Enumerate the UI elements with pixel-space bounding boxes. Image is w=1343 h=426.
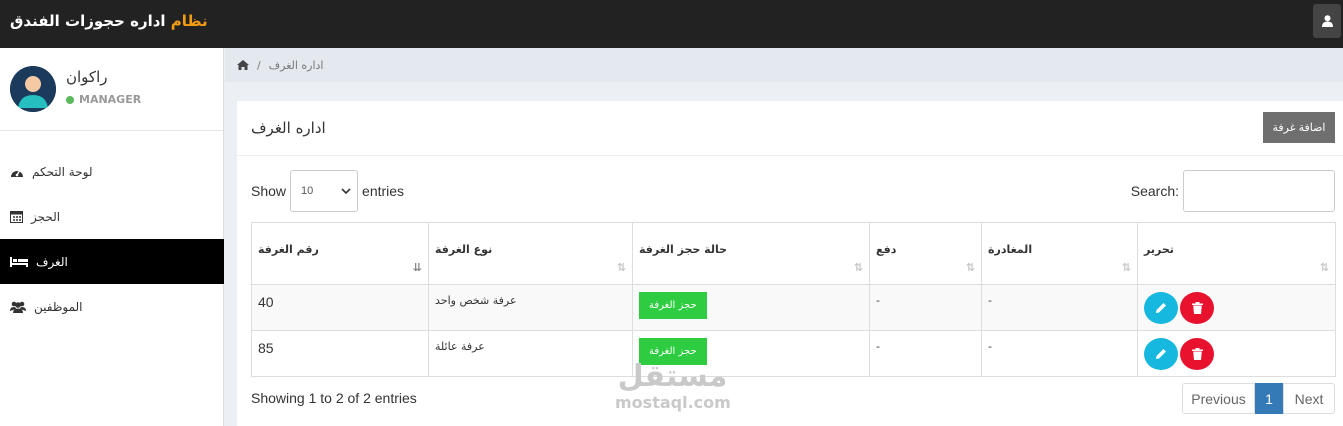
sort-icon: ⇅ [616,261,626,274]
show-label: Show [251,183,287,199]
column-header-label: نوع الغرفة [435,243,493,256]
sidebar-item-dashboard[interactable]: لوحة التحكم [0,149,224,194]
search-label: Search: [1130,183,1179,199]
edit-button[interactable] [1144,292,1178,324]
book-room-button[interactable]: حجز الغرفة [639,292,707,319]
column-header-booking-status[interactable]: حالة حجز الغرفة ⇅ [632,222,870,285]
column-header-edit[interactable]: تحرير ⇅ [1137,222,1336,285]
column-header-label: رقم الغرفة [258,243,319,256]
watermark-arabic: مستقل [617,359,728,394]
brand-title: اداره حجوزات الفندق [10,12,166,30]
table-row: 85 عرفة عائلة حجز الغرفة - - [251,330,1336,377]
user-menu-button[interactable] [1313,4,1341,38]
room-number-cell: 40 [251,284,429,331]
user-icon [1321,15,1333,27]
sort-icon: ⇅ [1121,261,1131,274]
sort-icon: ⇅ [965,261,975,274]
users-icon [10,301,26,313]
table-search: Search: [1131,170,1335,212]
column-header-payment[interactable]: دفع ⇅ [869,222,982,285]
column-header-checkout[interactable]: المغادرة ⇅ [981,222,1138,285]
sidebar-item-label: الموظفين [34,299,83,314]
next-page-button[interactable]: Next [1283,383,1335,414]
sidebar-item-rooms[interactable]: الغرف [0,239,224,284]
sidebar-nav: لوحة التحكم الحجز الغرف الموظفين [0,149,224,329]
trash-icon [1191,302,1203,314]
payment-cell: - [869,284,982,331]
column-header-label: حالة حجز الغرفة [639,243,728,256]
previous-page-button[interactable]: Previous [1182,383,1255,414]
table-row: 40 عرفة شخص واحد حجز الغرفة - - [251,284,1336,331]
sort-icon: ⇅ [1319,261,1329,274]
dashboard-icon [11,169,23,177]
panel-header: اداره الغرف اضافة غرفة [237,101,1343,156]
delete-button[interactable] [1180,338,1214,370]
trash-icon [1191,348,1203,360]
sidebar: راكوان MANAGER لوحة التحكم الحجز الغرف ا… [0,48,224,426]
room-type-cell: عرفة شخص واحد [428,284,633,331]
app-brand[interactable]: نظام اداره حجوزات الفندق [10,12,208,30]
booking-status-cell: حجز الغرفة [632,284,870,331]
user-profile: راكوان MANAGER [0,48,223,131]
add-room-button[interactable]: اضافة غرفة [1263,112,1335,143]
user-role: MANAGER [66,93,141,106]
column-header-label: تحرير [1144,243,1174,256]
calendar-icon [10,211,23,223]
entries-label: entries [362,183,405,199]
actions-cell [1137,330,1336,377]
table-info: Showing 1 to 2 of 2 entries [251,390,417,406]
chevron-down-icon [341,188,351,194]
user-name: راكوان [66,68,108,86]
user-role-label: MANAGER [79,93,142,106]
entries-length-value: 10 [301,185,314,197]
payment-cell: - [869,330,982,377]
sort-desc-icon: ⇊ [412,261,422,274]
sidebar-item-bookings[interactable]: الحجز [0,194,224,239]
delete-button[interactable] [1180,292,1214,324]
bed-icon [10,257,28,267]
page-1-button[interactable]: 1 [1255,383,1283,414]
entries-length-select[interactable]: 10 [290,170,359,212]
column-header-label: دفع [876,243,897,256]
breadcrumb: / اداره الغرف [225,48,1343,82]
home-icon[interactable] [237,60,249,70]
column-header-room-number[interactable]: رقم الغرفة ⇊ [251,222,429,285]
watermark-logo: مستقل mostaql.com [615,359,731,420]
search-input[interactable] [1183,170,1335,212]
checkout-cell: - [981,284,1138,331]
pencil-icon [1156,303,1166,313]
top-navbar: نظام اداره حجوزات الفندق [0,0,1343,48]
entries-length-control: Show 10 entries [251,170,404,212]
table-header-row: رقم الغرفة ⇊ نوع الغرفة ⇅ حالة حجز الغرفة ⇅… [251,222,1336,285]
breadcrumb-current: اداره الغرف [268,58,324,72]
room-number-cell: 85 [251,330,429,377]
page-title: اداره الغرف [251,119,326,137]
checkout-cell: - [981,330,1138,377]
watermark-latin: mostaql.com [615,393,731,412]
sidebar-item-staff[interactable]: الموظفين [0,284,224,329]
pencil-icon [1156,349,1166,359]
rooms-panel: اداره الغرف اضافة غرفة Show 10 entries S… [237,101,1343,426]
edit-button[interactable] [1144,338,1178,370]
rooms-table: رقم الغرفة ⇊ نوع الغرفة ⇅ حالة حجز الغرفة ⇅… [251,222,1336,377]
pagination: Previous 1 Next [1182,383,1335,414]
avatar [10,66,56,112]
column-header-room-type[interactable]: نوع الغرفة ⇅ [428,222,633,285]
room-type-cell: عرفة عائلة [428,330,633,377]
actions-cell [1137,284,1336,331]
sort-icon: ⇅ [853,261,863,274]
online-status-dot [66,95,74,104]
sidebar-item-label: لوحة التحكم [32,164,93,179]
brand-accent: نظام [170,12,208,30]
sidebar-item-label: الحجز [31,209,61,224]
column-header-label: المغادرة [988,243,1033,256]
sidebar-item-label: الغرف [36,254,68,269]
breadcrumb-separator: / [257,58,261,72]
